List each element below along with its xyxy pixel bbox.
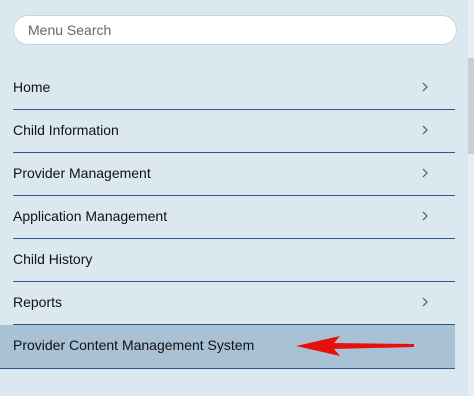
menu-search-box bbox=[13, 15, 457, 45]
menu-item-label: Child Information bbox=[13, 122, 119, 138]
chevron-right-icon bbox=[422, 168, 428, 178]
scrollbar[interactable] bbox=[468, 0, 474, 396]
chevron-right-icon bbox=[422, 211, 428, 221]
menu-item-provider-management[interactable]: Provider Management bbox=[13, 153, 455, 196]
chevron-right-icon bbox=[422, 297, 428, 307]
menu-item-reports[interactable]: Reports bbox=[13, 282, 455, 325]
menu-item-label: Reports bbox=[13, 294, 63, 310]
chevron-right-icon bbox=[422, 125, 428, 135]
menu-search-input[interactable] bbox=[13, 15, 457, 45]
scrollbar-thumb[interactable] bbox=[468, 58, 474, 154]
menu-item-child-history[interactable]: Child History bbox=[13, 239, 455, 282]
red-arrow-icon bbox=[296, 336, 414, 356]
menu-item-label: Provider Content Management System bbox=[13, 337, 255, 353]
menu-item-label: Application Management bbox=[13, 208, 168, 224]
menu-item-label: Child History bbox=[13, 251, 93, 267]
menu-item-provider-content-management-system[interactable]: Provider Content Management System bbox=[0, 325, 455, 369]
menu-item-label: Provider Management bbox=[13, 165, 151, 181]
menu-item-home[interactable]: Home bbox=[13, 67, 455, 110]
menu-item-application-management[interactable]: Application Management bbox=[13, 196, 455, 239]
menu-item-label: Home bbox=[13, 79, 51, 95]
chevron-right-icon bbox=[422, 82, 428, 92]
navigation-menu-panel: Home Child Information Provider Manageme… bbox=[0, 0, 468, 396]
menu-list: Home Child Information Provider Manageme… bbox=[0, 67, 455, 369]
menu-item-child-information[interactable]: Child Information bbox=[13, 110, 455, 153]
